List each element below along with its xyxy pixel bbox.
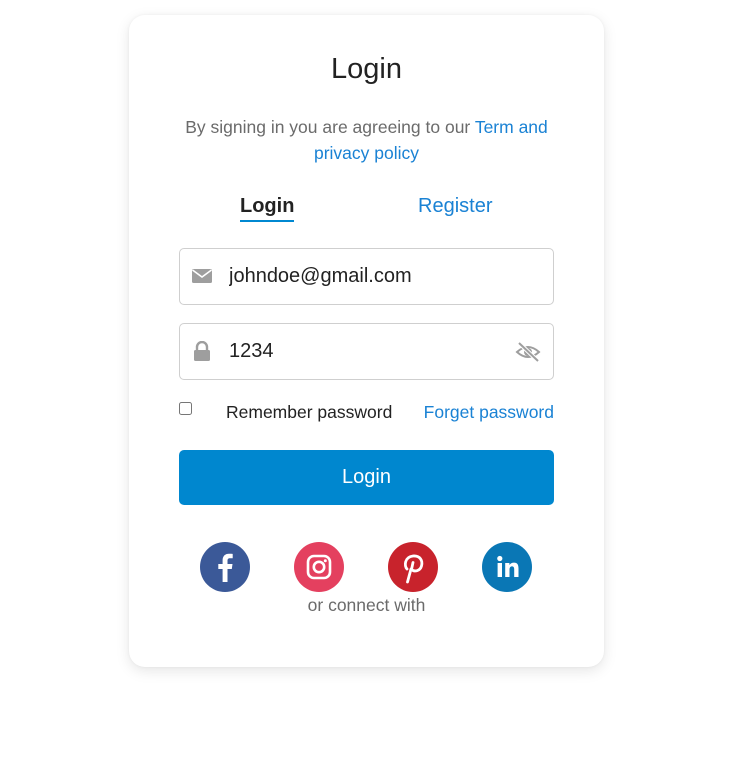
instagram-button[interactable] — [294, 542, 344, 592]
lock-icon — [194, 341, 210, 361]
password-field-wrapper — [179, 323, 554, 380]
connect-with-text: or connect with — [307, 595, 426, 615]
facebook-button[interactable] — [200, 542, 250, 592]
login-button[interactable]: Login — [179, 450, 554, 505]
password-input[interactable] — [229, 324, 509, 379]
linkedin-button[interactable] — [482, 542, 532, 592]
email-input[interactable] — [229, 249, 509, 304]
facebook-icon — [218, 553, 233, 582]
remember-label: Remember password — [226, 402, 393, 422]
forget-password-link[interactable]: Forget password — [424, 402, 554, 423]
pinterest-icon — [403, 554, 424, 584]
page-title: Login — [331, 53, 402, 85]
remember-checkbox[interactable] — [179, 402, 192, 415]
terms-notice-text: By signing in you are agreeing to our — [185, 117, 475, 137]
instagram-icon — [306, 554, 332, 580]
envelope-icon — [192, 269, 212, 283]
pinterest-button[interactable] — [388, 542, 438, 592]
tab-register[interactable]: Register — [418, 195, 492, 218]
linkedin-icon — [497, 555, 519, 577]
login-card: Login By signing in you are agreeing to … — [129, 15, 604, 667]
tab-login[interactable]: Login — [240, 195, 295, 222]
eye-slash-icon[interactable] — [515, 340, 541, 364]
terms-notice: By signing in you are agreeing to our Te… — [179, 114, 554, 166]
email-field-wrapper — [179, 248, 554, 305]
